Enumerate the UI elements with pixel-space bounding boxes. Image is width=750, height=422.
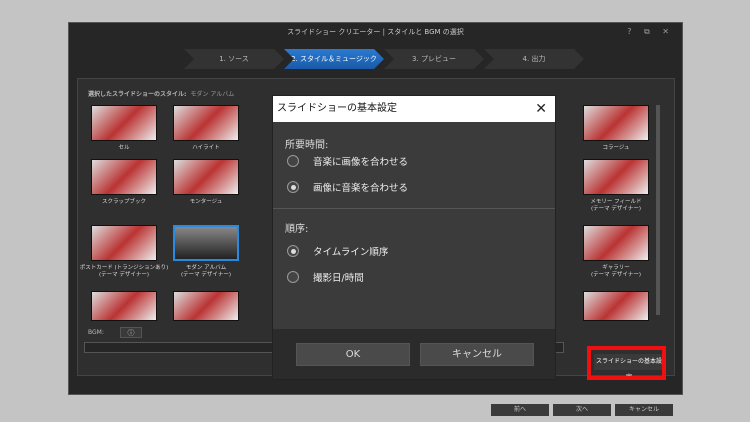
order-label: 順序:: [285, 224, 309, 235]
radio-fit-images-to-music[interactable]: 音楽に画像を合わせる: [287, 154, 408, 168]
dialog-title: スライドショーの基本設定: [277, 103, 397, 114]
style-label: メモリー フィールド (テーマ デザイナー): [590, 199, 642, 212]
style-thumbnail[interactable]: [173, 291, 239, 321]
dialog-cancel-button[interactable]: キャンセル: [420, 343, 534, 366]
style-label: スクラップブック: [101, 199, 146, 205]
selected-style: 選択したスライドショーのスタイル: モダン アルバム: [88, 89, 234, 98]
style-label: ギャラリー (テーマ デザイナー): [591, 265, 641, 278]
next-button[interactable]: 次へ: [553, 404, 611, 416]
style-thumbnail[interactable]: [173, 225, 239, 261]
prev-button[interactable]: 前へ: [491, 404, 549, 416]
style-thumbnail[interactable]: [173, 159, 239, 195]
radio-icon: [287, 155, 299, 167]
info-icon[interactable]: ⓘ: [120, 327, 142, 338]
radio-icon: [287, 245, 299, 257]
style-label: コラージュ: [602, 145, 630, 151]
highlight-box: [587, 346, 666, 380]
style-thumbnail[interactable]: [583, 159, 649, 195]
style-thumbnail[interactable]: [583, 291, 649, 321]
radio-label: タイムライン順序: [313, 247, 389, 258]
radio-fit-music-to-images[interactable]: 画像に音楽を合わせる: [287, 180, 408, 194]
style-thumbnail[interactable]: [91, 159, 157, 195]
duration-label: 所要時間:: [285, 140, 329, 151]
style-label: セル: [118, 145, 130, 151]
bgm-label: BGM:: [88, 329, 104, 336]
basic-settings-dialog: スライドショーの基本設定 ✕ 所要時間: 音楽に画像を合わせる 画像に音楽を合わ…: [272, 95, 556, 380]
style-thumbnail[interactable]: [91, 225, 157, 261]
style-thumbnail[interactable]: [91, 291, 157, 321]
style-thumbnail[interactable]: [583, 105, 649, 141]
radio-icon: [287, 181, 299, 193]
step-tab-4[interactable]: 4. 出力: [484, 49, 584, 69]
ok-button[interactable]: OK: [296, 343, 410, 366]
selected-style-label: 選択したスライドショーのスタイル:: [88, 91, 187, 98]
dialog-header: スライドショーの基本設定 ✕: [273, 96, 555, 122]
radio-timeline-order[interactable]: タイムライン順序: [287, 244, 388, 258]
step-tab-3[interactable]: 3. プレビュー: [384, 49, 484, 69]
radio-icon: [287, 271, 299, 283]
divider: [273, 208, 555, 209]
radio-label: 撮影日/時間: [313, 273, 364, 284]
window-title: スライドショー クリエーター | スタイルと BGM の選択: [287, 28, 464, 36]
style-label: モンタージュ: [189, 199, 223, 205]
style-label: ハイライト: [192, 145, 220, 151]
selected-style-value: モダン アルバム: [190, 91, 235, 98]
dialog-footer: OK キャンセル: [273, 329, 555, 379]
style-label: ポストカード (トランジションあり) (テーマ デザイナー): [79, 265, 169, 278]
window-controls[interactable]: ? ⧉ ✕: [627, 23, 674, 41]
step-tab-1[interactable]: 1. ソース: [184, 49, 284, 69]
radio-label: 画像に音楽を合わせる: [313, 183, 409, 194]
style-label: モダン アルバム (テーマ デザイナー): [181, 265, 231, 278]
style-thumbnail[interactable]: [91, 105, 157, 141]
step-tab-2[interactable]: 2. スタイル＆ミュージック: [284, 49, 384, 69]
radio-shooting-date[interactable]: 撮影日/時間: [287, 270, 364, 284]
wizard-steps: 1. ソース 2. スタイル＆ミュージック 3. プレビュー 4. 出力: [184, 49, 584, 69]
style-thumbnail[interactable]: [173, 105, 239, 141]
title-bar: スライドショー クリエーター | スタイルと BGM の選択 ? ⧉ ✕: [69, 23, 682, 41]
cancel-button[interactable]: キャンセル: [615, 404, 673, 416]
radio-label: 音楽に画像を合わせる: [313, 157, 409, 168]
style-thumbnail[interactable]: [583, 225, 649, 261]
close-icon[interactable]: ✕: [535, 96, 547, 122]
